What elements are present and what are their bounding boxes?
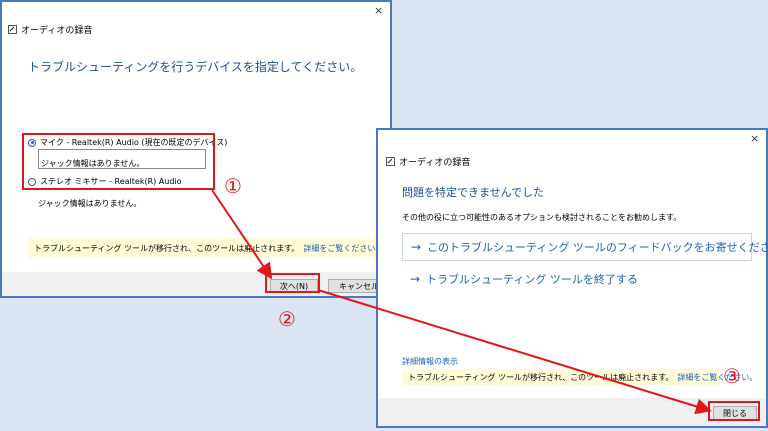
close-icon[interactable]: × — [374, 5, 383, 16]
troubleshooter-window-icon — [386, 157, 395, 166]
title-bar: オーディオの録音 — [386, 155, 470, 168]
details-link[interactable]: 詳細情報の表示 — [402, 356, 458, 367]
device-status: ジャック情報はありません。 — [38, 199, 142, 208]
notice-text: トラブルシューティング ツールが移行され、このツールは廃止されます。 — [34, 243, 300, 253]
exit-option[interactable]: → トラブルシューティング ツールを終了する — [410, 271, 638, 287]
result-window: × オーディオの録音 問題を特定できませんでした その他の役に立つ可能性のあるオ… — [376, 128, 768, 428]
arrow-right-icon: → — [410, 272, 421, 286]
result-subtext: その他の役に立つ可能性のあるオプションも検討されることをお勧めします。 — [402, 213, 682, 222]
feedback-option[interactable]: → このトラブルシューティング ツールのフィードバックをお寄せください — [402, 233, 768, 261]
notice-bar: トラブルシューティング ツールが移行され、このツールは廃止されます。 詳細をご覧… — [402, 369, 757, 385]
step2-number: ② — [278, 307, 296, 331]
close-icon[interactable]: × — [750, 133, 759, 144]
option-label: トラブルシューティング ツールを終了する — [426, 273, 638, 286]
step2-highlight-box — [265, 273, 320, 293]
window-title: オーディオの録音 — [399, 158, 471, 168]
notice-link[interactable]: 詳細をご覧ください。 — [677, 372, 757, 383]
title-bar: オーディオの録音 — [8, 23, 92, 36]
step1-number: ① — [224, 174, 242, 198]
arrow-right-icon: → — [411, 240, 422, 254]
troubleshooter-window-icon — [8, 25, 17, 34]
step3-number: ③ — [723, 364, 741, 388]
notice-text: トラブルシューティング ツールが移行され、このツールは廃止されます。 — [408, 372, 674, 382]
option-label: このトラブルシューティング ツールのフィードバックをお寄せください — [427, 241, 768, 254]
window-title: オーディオの録音 — [21, 26, 93, 36]
step1-highlight-box — [22, 133, 215, 190]
result-heading: 問題を特定できませんでした — [402, 186, 545, 199]
notice-bar: トラブルシューティング ツールが移行され、このツールは廃止されます。 詳細をご覧… — [28, 238, 390, 258]
notice-link[interactable]: 詳細をご覧ください。 — [303, 243, 383, 254]
step3-highlight-box — [708, 401, 760, 421]
page-heading: トラブルシューティングを行うデバイスを指定してください。 — [28, 60, 363, 74]
